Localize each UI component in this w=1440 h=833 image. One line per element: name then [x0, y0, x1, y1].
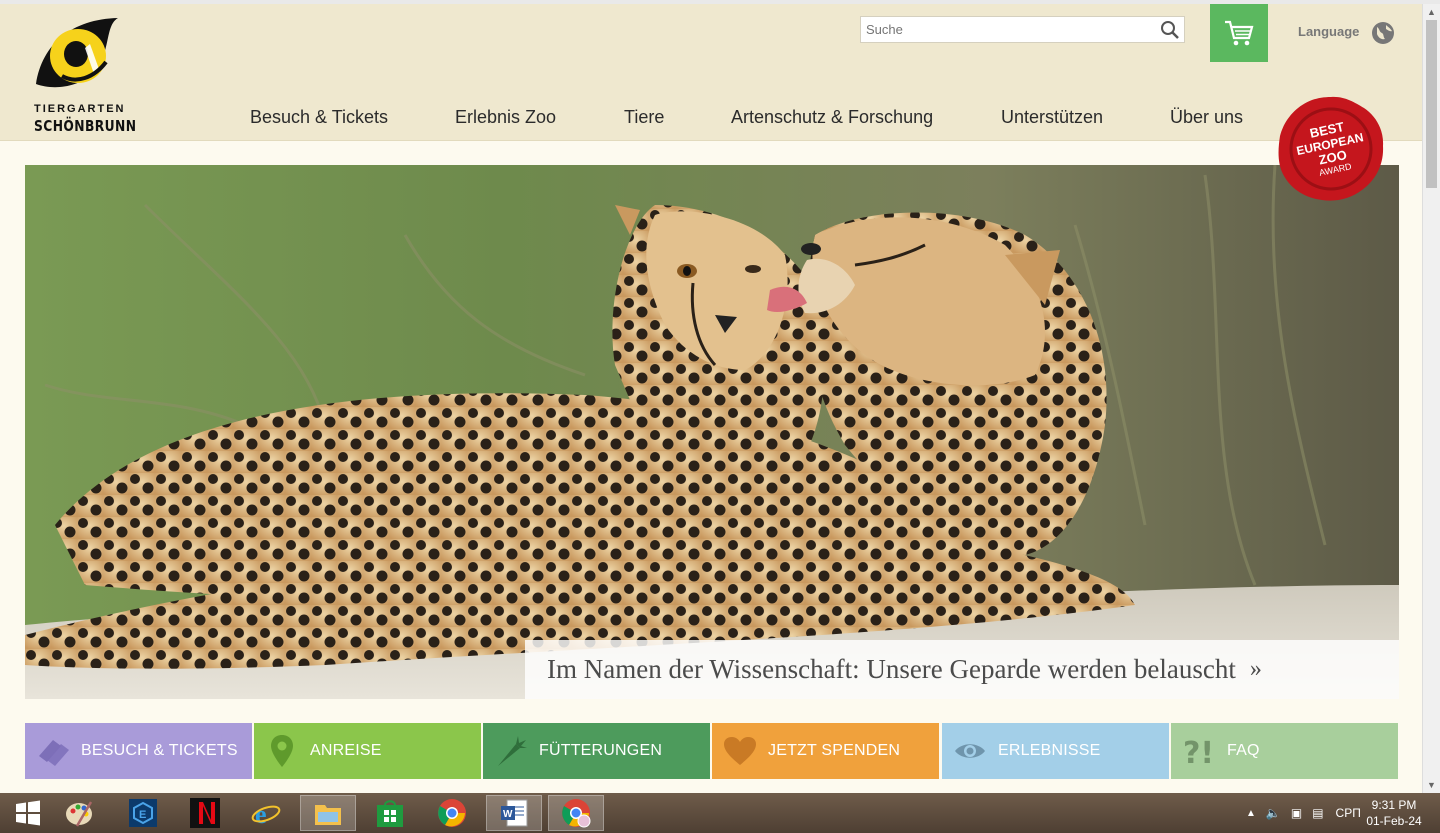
clock-time: 9:31 PM: [1371, 798, 1417, 812]
page-scrollbar[interactable]: ▲ ▼: [1422, 4, 1440, 793]
chrome-profile-icon: [562, 799, 591, 828]
taskbar-clock[interactable]: 9:31 PM 01-Feb-24: [1364, 797, 1424, 829]
quick-link-faq[interactable]: ?! FAQ: [1171, 723, 1398, 779]
hero-caption-arrow: »: [1249, 656, 1262, 682]
search-box: [860, 16, 1185, 43]
logo-line-1: TIERGARTEN: [34, 103, 126, 115]
svg-text:e: e: [255, 800, 267, 828]
system-tray: ▲ 🔈 ▣ ▤ СРП: [1246, 793, 1361, 833]
svg-text:?!: ?!: [1183, 736, 1214, 766]
taskbar-chrome-profile[interactable]: [548, 795, 604, 831]
eye-icon: [955, 744, 985, 758]
network-icon[interactable]: ▤: [1312, 806, 1323, 820]
nav-tiere[interactable]: Tiere: [624, 107, 664, 128]
nav-unterstuetzen[interactable]: Unterstützen: [1001, 107, 1103, 128]
zoo-logo[interactable]: TIERGARTEN SCHÖNBRUNN: [30, 14, 136, 135]
taskbar-word[interactable]: W: [486, 795, 542, 831]
file-explorer-icon: [315, 805, 341, 825]
site-header: TIERGARTEN SCHÖNBRUNN Language Besuch & …: [0, 4, 1422, 141]
quick-link-erlebnisse[interactable]: ERLEBNISSE: [942, 723, 1169, 779]
award-seal-icon: BEST EUROPEAN ZOO AWARD: [1278, 96, 1384, 201]
nav-erlebnis-zoo[interactable]: Erlebnis Zoo: [455, 107, 556, 128]
taskbar-security-app[interactable]: E: [115, 795, 171, 831]
svg-text:E: E: [139, 809, 146, 821]
taskbar-file-explorer[interactable]: [300, 795, 356, 831]
quick-link-jetzt-spenden[interactable]: JETZT SPENDEN: [712, 723, 939, 779]
internet-explorer-icon: e: [251, 800, 281, 828]
taskbar-netflix[interactable]: [177, 795, 233, 831]
volume-icon[interactable]: 🔈: [1266, 806, 1281, 820]
network-warning-icon[interactable]: ▣: [1291, 806, 1302, 820]
cart-icon: [1225, 20, 1254, 46]
cart-button[interactable]: [1210, 4, 1268, 62]
netflix-icon: [190, 798, 220, 828]
search-icon[interactable]: [1160, 20, 1180, 40]
paint-icon: [66, 801, 93, 827]
taskbar-chrome[interactable]: [424, 795, 480, 831]
windows-start-icon: [16, 800, 40, 826]
quick-link-besuch-tickets[interactable]: BESUCH & TICKETS: [25, 723, 252, 779]
scroll-thumb[interactable]: [1426, 20, 1437, 188]
scroll-up-arrow-icon[interactable]: ▲: [1427, 7, 1436, 17]
chrome-icon: [438, 799, 466, 827]
input-language[interactable]: СРП: [1336, 806, 1361, 820]
quick-link-label: JETZT SPENDEN: [768, 742, 901, 759]
quick-link-label: ERLEBNISSE: [998, 742, 1101, 759]
store-icon: [377, 800, 403, 827]
heart-icon: [724, 737, 756, 765]
nav-ueber-uns[interactable]: Über uns: [1170, 107, 1243, 128]
quick-link-label: FÜTTERUNGEN: [539, 742, 663, 759]
quick-link-label: FAQ: [1227, 742, 1260, 759]
globe-icon[interactable]: [1371, 21, 1395, 45]
word-icon: W: [501, 799, 528, 827]
svg-text:W: W: [503, 809, 513, 820]
quick-link-fuetterungen[interactable]: FÜTTERUNGEN: [483, 723, 710, 779]
security-app-icon: E: [129, 799, 157, 827]
hero-caption[interactable]: Im Namen der Wissenschaft: Unsere Gepard…: [525, 640, 1399, 699]
search-input[interactable]: [861, 17, 1151, 42]
tickets-icon: [39, 740, 69, 766]
carrot-icon: [498, 736, 527, 766]
clock-date: 01-Feb-24: [1366, 814, 1422, 828]
tray-overflow-arrow-icon[interactable]: ▲: [1246, 808, 1256, 819]
hero-caption-text: Im Namen der Wissenschaft: Unsere Gepard…: [547, 654, 1236, 684]
windows-taskbar: E e W ▲ 🔈 ▣ ▤ СРП 9:31 PM 01-Feb-24: [0, 793, 1440, 833]
nav-besuch-tickets[interactable]: Besuch & Tickets: [250, 107, 388, 128]
quick-link-anreise[interactable]: ANREISE: [254, 723, 481, 779]
windows-start-button[interactable]: [0, 795, 56, 831]
location-pin-icon: [271, 735, 293, 767]
quick-link-label: BESUCH & TICKETS: [81, 742, 238, 759]
quick-link-label: ANREISE: [310, 742, 382, 759]
best-european-zoo-award-seal[interactable]: BEST EUROPEAN ZOO AWARD: [1276, 94, 1386, 204]
logo-line-2: SCHÖNBRUNN: [34, 117, 137, 135]
taskbar-paint[interactable]: [52, 795, 108, 831]
question-exclamation-icon: ?!: [1183, 736, 1214, 766]
scroll-down-arrow-icon[interactable]: ▼: [1427, 780, 1436, 790]
hero-banner[interactable]: Im Namen der Wissenschaft: Unsere Gepard…: [25, 165, 1399, 699]
cheetahs-photo: [25, 165, 1399, 699]
nav-artenschutz-forschung[interactable]: Artenschutz & Forschung: [731, 107, 933, 128]
language-selector[interactable]: Language: [1298, 24, 1359, 39]
taskbar-store[interactable]: [362, 795, 418, 831]
taskbar-internet-explorer[interactable]: e: [238, 795, 294, 831]
eye-logo-icon: [36, 18, 118, 88]
